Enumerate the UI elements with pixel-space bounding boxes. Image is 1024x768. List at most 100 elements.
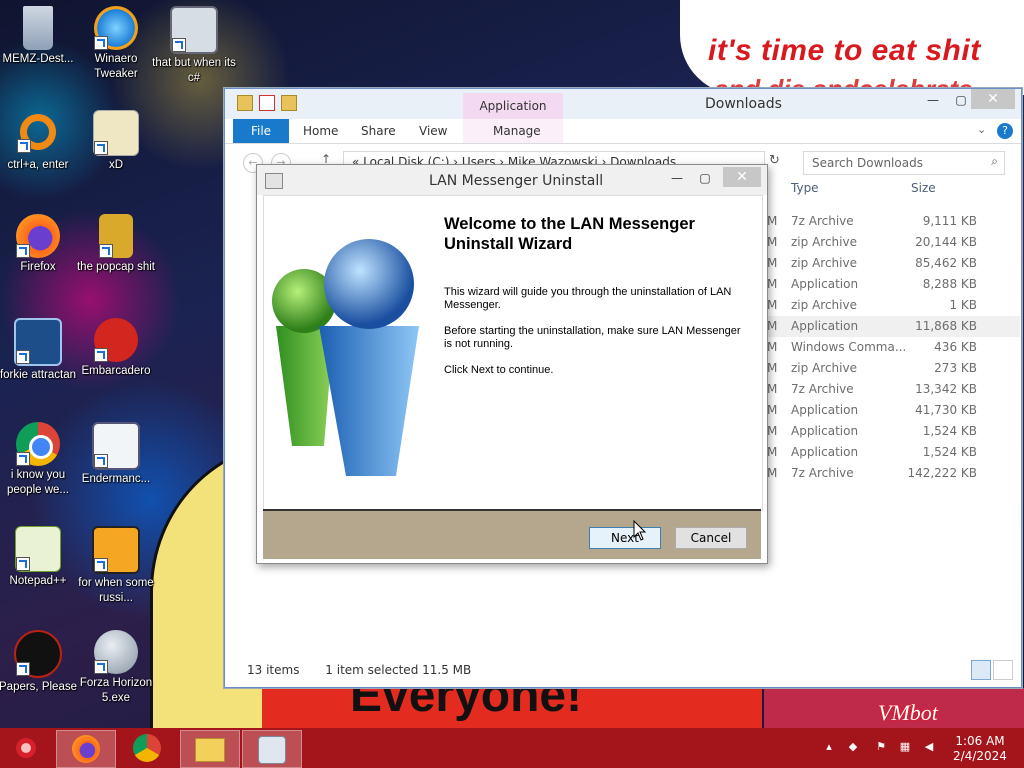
- next-button[interactable]: Next: [589, 527, 661, 549]
- table-row[interactable]: M Application 1,524 KB: [765, 442, 1020, 463]
- search-placeholder: Search Downloads: [812, 156, 923, 170]
- desktop-icon-de[interactable]: for when some russi...: [74, 526, 158, 606]
- tab-file[interactable]: File: [233, 119, 289, 143]
- table-row[interactable]: Mzip Archive 85,462 KB: [765, 253, 1020, 274]
- action-center-flag-icon[interactable]: ⚑: [874, 740, 888, 754]
- column-header-type[interactable]: Type: [791, 181, 819, 195]
- row-size: 11,868 KB: [915, 319, 977, 333]
- details-view-icon[interactable]: [971, 660, 991, 680]
- help-icon[interactable]: ?: [997, 123, 1013, 139]
- column-header-size[interactable]: Size: [911, 181, 936, 195]
- row-truncated-date: M: [767, 403, 778, 417]
- window-app-icon: [92, 422, 140, 470]
- desktop-icon-label: xD: [108, 159, 124, 171]
- network-icon[interactable]: ▦: [898, 740, 912, 754]
- refresh-icon[interactable]: ↻: [769, 153, 780, 168]
- tab-share[interactable]: Share: [353, 119, 404, 143]
- row-truncated-date: M: [767, 424, 778, 438]
- row-size: 1,524 KB: [922, 424, 977, 438]
- desktop-icon-that-but-csharp[interactable]: that but when its c#: [152, 6, 236, 86]
- table-row[interactable]: M Application 1,524 KB: [765, 421, 1020, 442]
- properties-icon[interactable]: [259, 95, 275, 111]
- table-row[interactable]: M 7z Archive 9,111 KB: [765, 211, 1020, 232]
- row-size: 436 KB: [934, 340, 977, 354]
- taskbar-uninstaller[interactable]: [242, 730, 302, 768]
- clock-date: 2/4/2024: [953, 749, 1007, 763]
- tab-home[interactable]: Home: [295, 119, 346, 143]
- shortcut-arrow-icon: [94, 141, 108, 155]
- desktop-icon-label: Endermanc...: [81, 473, 151, 485]
- large-icons-view-icon[interactable]: [993, 660, 1013, 680]
- desktop-icon-forkie[interactable]: forkie attractan: [0, 318, 80, 383]
- row-size: 41,730 KB: [915, 403, 977, 417]
- cancel-button[interactable]: Cancel: [675, 527, 747, 549]
- row-size: 85,462 KB: [915, 256, 977, 270]
- row-truncated-date: M: [767, 214, 778, 228]
- close-button[interactable]: ✕: [971, 89, 1015, 109]
- security-shield-icon[interactable]: ◆: [846, 740, 860, 754]
- row-truncated-date: M: [767, 361, 778, 375]
- desktop-icon-firefox[interactable]: Firefox: [0, 214, 80, 275]
- desktop-icon-memz[interactable]: MEMZ-Dest...: [0, 6, 80, 67]
- clock-time: 1:06 AM: [955, 734, 1005, 748]
- hxd-icon: [93, 110, 139, 156]
- desktop-icon-forza[interactable]: Forza Horizon 5.exe: [74, 630, 158, 706]
- shortcut-arrow-icon: [16, 350, 30, 364]
- desktop-icon-notepad-plus[interactable]: Notepad++: [0, 526, 80, 589]
- dialog-titlebar[interactable]: LAN Messenger Uninstall — ▢ ✕: [257, 165, 767, 195]
- folder-icon[interactable]: [237, 95, 253, 111]
- desktop-icon-ctrl-a-enter[interactable]: ctrl+a, enter: [0, 110, 80, 173]
- row-truncated-date: M: [767, 466, 778, 480]
- desktop-icon-endermanch[interactable]: Endermanc...: [74, 422, 158, 487]
- taskbar-chrome[interactable]: [118, 730, 176, 766]
- desktop-icon-chrome[interactable]: i know you people we...: [0, 422, 80, 498]
- taskbar-firefox[interactable]: [56, 730, 116, 768]
- desktop-icon-embarcadero[interactable]: Embarcadero: [74, 318, 158, 379]
- search-input[interactable]: Search Downloads ⌕: [803, 151, 1005, 175]
- lan-messenger-logo-icon: [272, 239, 419, 476]
- volume-muted-icon[interactable]: ◀: [922, 740, 936, 754]
- tab-manage[interactable]: Manage: [485, 119, 549, 143]
- desktop-icon-label: for when some russi...: [78, 577, 154, 604]
- expand-ribbon-chevron-icon[interactable]: ⌄: [977, 123, 986, 136]
- table-row[interactable]: M Windows Comma... 436 KB: [765, 337, 1020, 358]
- status-selection: 1 item selected 11.5 MB: [325, 663, 472, 677]
- desktop-icon-winaero[interactable]: Winaero Tweaker: [74, 6, 158, 82]
- window-title: Downloads: [705, 96, 782, 112]
- search-icon: ⌕: [991, 154, 998, 168]
- winaero-icon: [94, 6, 138, 50]
- desktop-icon-xd[interactable]: xD: [74, 110, 158, 173]
- clock[interactable]: 1:06 AM 2/4/2024: [950, 734, 1010, 764]
- new-folder-icon[interactable]: [281, 95, 297, 111]
- desktop-icon-popcap[interactable]: the popcap shit: [74, 214, 158, 275]
- taskbar-file-explorer[interactable]: [180, 730, 240, 768]
- table-row[interactable]: Mzip Archive 20,144 KB: [765, 232, 1020, 253]
- desktop-icon-label: Firefox: [20, 261, 56, 273]
- dialog-minimize-button[interactable]: —: [665, 171, 689, 187]
- wizard-heading: Welcome to the LAN Messenger Uninstall W…: [444, 215, 695, 253]
- table-row[interactable]: Mzip Archive 1 KB: [765, 295, 1020, 316]
- table-row[interactable]: M 7z Archive 13,342 KB: [765, 379, 1020, 400]
- gear-monitor-icon: [14, 318, 62, 366]
- table-row[interactable]: M Application 41,730 KB: [765, 400, 1020, 421]
- row-type: Application: [791, 319, 859, 333]
- start-button[interactable]: [8, 732, 44, 764]
- row-size: 13,342 KB: [915, 382, 977, 396]
- dialog-maximize-button[interactable]: ▢: [693, 171, 717, 187]
- shortcut-arrow-icon: [94, 660, 108, 674]
- tab-view[interactable]: View: [411, 119, 455, 143]
- row-size: 1,524 KB: [922, 445, 977, 459]
- desktop-icon-papers-please[interactable]: Papers, Please: [0, 630, 80, 695]
- uninstall-dialog: LAN Messenger Uninstall — ▢ ✕ Welcome to…: [256, 164, 768, 564]
- row-truncated-date: M: [767, 340, 778, 354]
- explorer-titlebar[interactable]: Application Tools Downloads — ▢ ✕: [225, 89, 1021, 139]
- wizard-body: Welcome to the LAN Messenger Uninstall W…: [263, 195, 763, 511]
- table-row[interactable]: Mzip Archive 273 KB: [765, 358, 1020, 379]
- dialog-close-button[interactable]: ✕: [723, 167, 761, 187]
- table-row[interactable]: M 7z Archive 142,222 KB: [765, 463, 1020, 484]
- show-hidden-icons-chevron-icon[interactable]: ▴: [822, 740, 836, 754]
- row-size: 20,144 KB: [915, 235, 977, 249]
- table-row[interactable]: M Application 8,288 KB: [765, 274, 1020, 295]
- mouse-cursor-icon: [633, 520, 647, 541]
- table-row[interactable]: M Application 11,868 KB: [765, 316, 1020, 337]
